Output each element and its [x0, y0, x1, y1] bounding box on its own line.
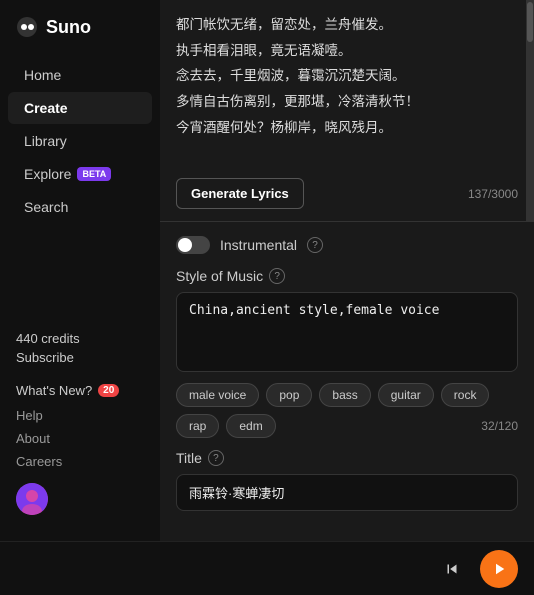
lyrics-container: 都门帐饮无绪，留恋处，兰舟催发。执手相看泪眼，竟无语凝噎。念去去，千里烟波，暮霭… — [160, 0, 534, 170]
instrumental-label: Instrumental — [220, 237, 297, 253]
tags-row: male voice popbass guitar rock rapedm 32/120 — [176, 383, 518, 438]
sidebar-item-library[interactable]: Library — [8, 125, 152, 157]
main-content: 都门帐饮无绪，留恋处，兰舟催发。执手相看泪眼，竟无语凝噎。念去去，千里烟波，暮霭… — [160, 0, 534, 541]
subscribe-button[interactable]: Subscribe — [16, 346, 144, 369]
skip-back-icon — [443, 560, 461, 578]
logo-icon — [16, 16, 38, 38]
style-help-icon[interactable]: ? — [269, 268, 285, 284]
title-input[interactable] — [176, 474, 518, 511]
tag-male-voice[interactable]: male voice — [176, 383, 259, 407]
play-button[interactable] — [480, 550, 518, 588]
sidebar-item-create[interactable]: Create — [8, 92, 152, 124]
style-input[interactable]: China,ancient style,female voice — [176, 292, 518, 372]
credits-text: 440 credits — [16, 331, 144, 346]
tag-rap[interactable]: rap — [176, 414, 219, 438]
whats-new-label: What's New? — [16, 383, 92, 398]
lyrics-line: 执手相看泪眼，竟无语凝噎。 — [176, 38, 518, 64]
avatar-image — [16, 483, 48, 515]
play-icon — [490, 560, 508, 578]
instrumental-help-icon[interactable]: ? — [307, 237, 323, 253]
whats-new-item[interactable]: What's New? 20 — [0, 377, 160, 404]
skip-back-button[interactable] — [436, 553, 468, 585]
notification-badge: 20 — [98, 384, 119, 397]
instrumental-toggle[interactable] — [176, 236, 210, 254]
player-bar — [0, 541, 534, 595]
style-label: Style of Music ? — [176, 268, 518, 284]
tag-rock[interactable]: rock — [441, 383, 490, 407]
style-char-count: 32/120 — [481, 419, 518, 433]
sidebar-link-help[interactable]: Help — [0, 404, 160, 427]
lyrics-line: 今宵酒醒何处？杨柳岸，晓风残月。 — [176, 115, 518, 141]
scroll-indicator — [526, 0, 534, 221]
lyrics-area: 都门帐饮无绪，留恋处，兰舟催发。执手相看泪眼，竟无语凝噎。念去去，千里烟波，暮霭… — [160, 0, 534, 222]
title-section: Title ? — [160, 450, 534, 523]
instrumental-row: Instrumental ? — [160, 222, 534, 268]
tag-pop[interactable]: pop — [266, 383, 312, 407]
avatar[interactable] — [16, 483, 48, 515]
toggle-knob — [178, 238, 192, 252]
tag-edm[interactable]: edm — [226, 414, 275, 438]
title-help-icon[interactable]: ? — [208, 450, 224, 466]
lyrics-line: 都门帐饮无绪，留恋处，兰舟催发。 — [176, 12, 518, 38]
logo-text: Suno — [46, 17, 91, 38]
scroll-thumb — [527, 2, 533, 42]
logo: Suno — [0, 16, 160, 58]
sidebar-item-explore[interactable]: ExploreBETA — [8, 158, 152, 190]
lyrics-line: 念去去，千里烟波，暮霭沉沉楚天阔。 — [176, 63, 518, 89]
lyrics-char-count: 137/3000 — [468, 187, 518, 201]
sidebar-link-about[interactable]: About — [0, 427, 160, 450]
style-section: Style of Music ? China,ancient style,fem… — [160, 268, 534, 450]
tag-guitar[interactable]: guitar — [378, 383, 434, 407]
title-label-text: Title — [176, 450, 202, 466]
title-label: Title ? — [176, 450, 518, 466]
beta-badge: BETA — [77, 167, 111, 181]
generate-lyrics-button[interactable]: Generate Lyrics — [176, 178, 304, 209]
tag-bass[interactable]: bass — [319, 383, 370, 407]
style-label-text: Style of Music — [176, 268, 263, 284]
generate-lyrics-row: Generate Lyrics 137/3000 — [160, 170, 534, 221]
sidebar-item-home[interactable]: Home — [8, 59, 152, 91]
lyrics-line: 多情自古伤离别，更那堪，冷落清秋节！ — [176, 89, 518, 115]
sidebar-link-careers[interactable]: Careers — [0, 450, 160, 473]
sidebar-item-search[interactable]: Search — [8, 191, 152, 223]
